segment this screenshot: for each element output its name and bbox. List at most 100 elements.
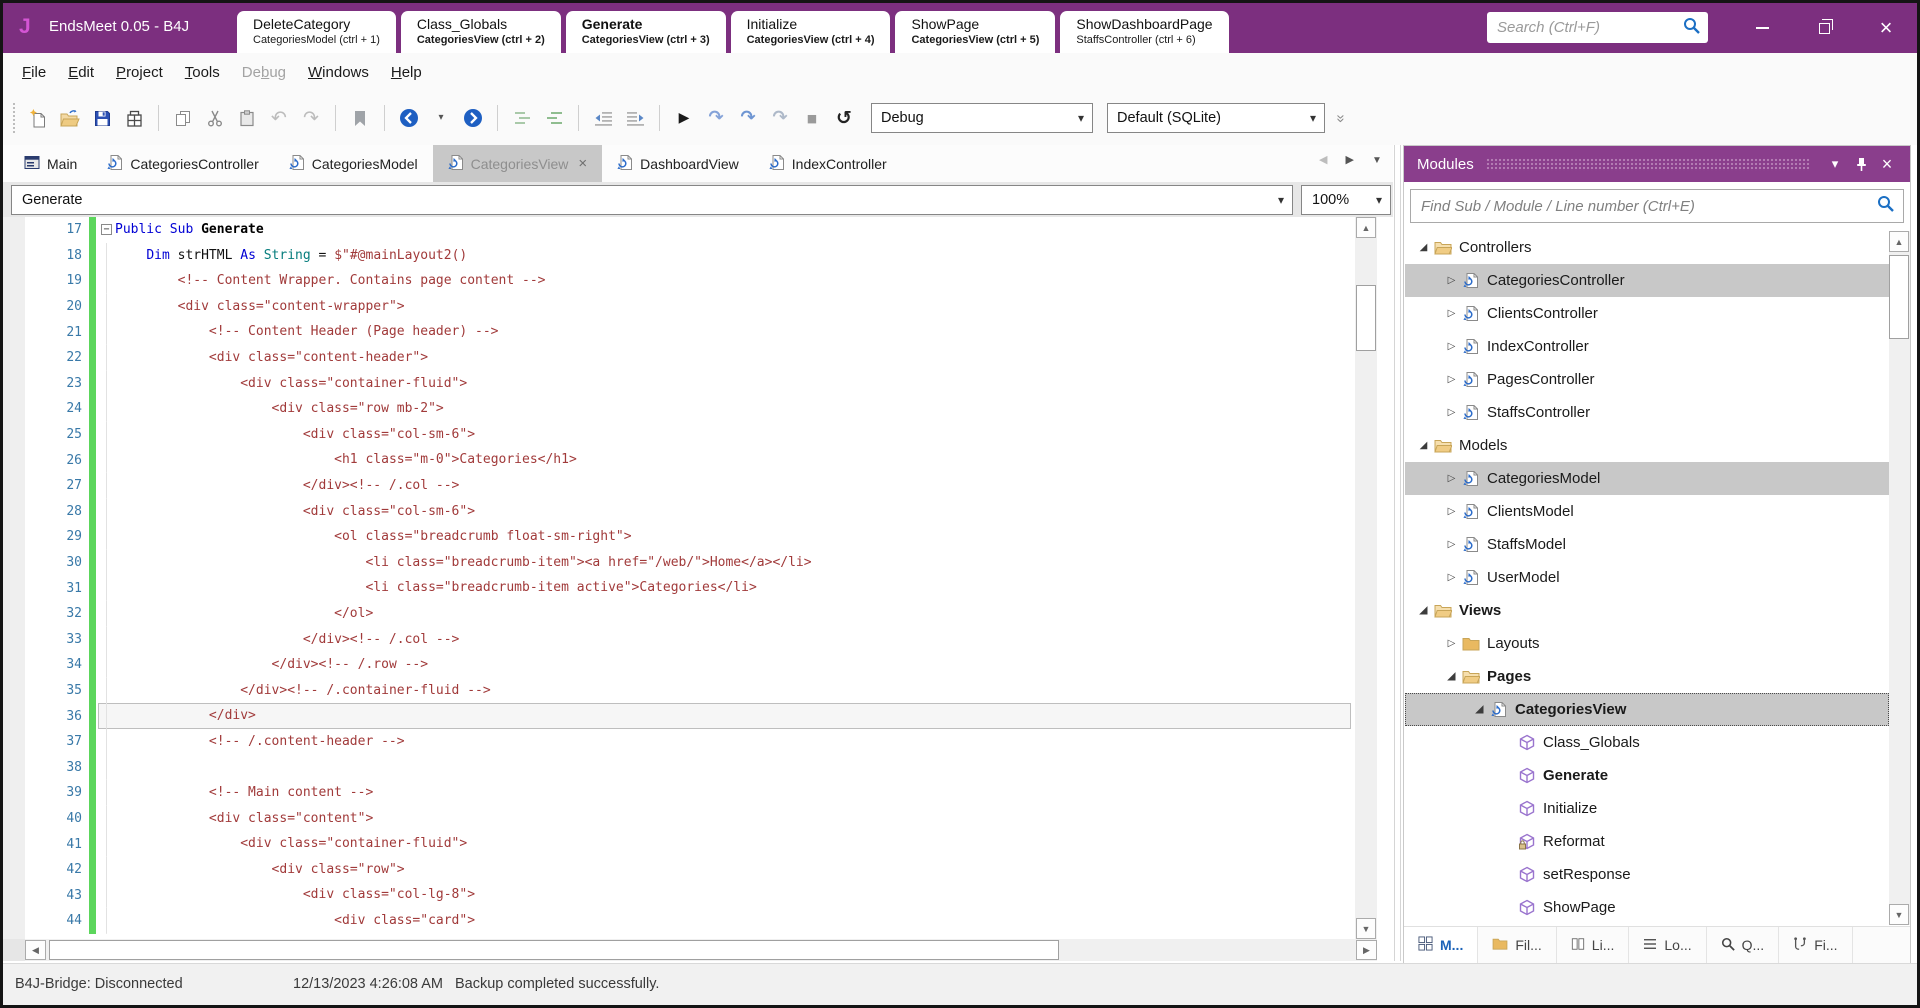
document-tab[interactable]: CategoriesController (92, 145, 273, 182)
code-line[interactable]: 25 <div class="col-sm-6"> (25, 422, 1351, 448)
fold-margin[interactable] (98, 678, 115, 704)
code-text[interactable]: </div><!-- /.container-fluid --> (115, 678, 1351, 704)
menu-item[interactable]: Tools (174, 64, 231, 81)
fold-margin[interactable] (98, 268, 115, 294)
outdent-icon[interactable] (592, 107, 614, 129)
code-text[interactable]: </ol> (115, 601, 1351, 627)
fold-margin[interactable] (98, 524, 115, 550)
code-text[interactable]: <div class="card"> (115, 908, 1351, 934)
scroll-down-icon[interactable] (1889, 904, 1909, 925)
expander-icon[interactable]: ▷ (1443, 275, 1460, 286)
tree-item[interactable]: Class_Globals (1405, 726, 1889, 759)
code-line[interactable]: 22 <div class="content-header"> (25, 345, 1351, 371)
tree-item[interactable]: ▷ StaffsController (1405, 396, 1889, 429)
toolbar-button[interactable] (659, 105, 660, 131)
code-line[interactable]: 17 Public Sub Generate (25, 217, 1351, 243)
tab-list-dropdown-icon[interactable] (1372, 154, 1382, 166)
fold-margin[interactable] (98, 729, 115, 755)
bookmark-tab[interactable]: Class_Globals CategoriesView (ctrl + 2) (401, 11, 561, 53)
code-text[interactable]: <div class="content-header"> (115, 345, 1351, 371)
horizontal-scroll-thumb[interactable] (49, 940, 1059, 960)
vertical-scroll-thumb[interactable] (1356, 285, 1376, 351)
code-text[interactable]: <ol class="breadcrumb float-sm-right"> (115, 524, 1351, 550)
tree-item[interactable]: ▷ CategoriesController (1405, 264, 1889, 297)
menu-item[interactable]: Help (380, 64, 433, 81)
step-into-icon[interactable]: ↷ (737, 107, 759, 129)
editor-zoom-select[interactable]: 100% (1301, 185, 1391, 215)
tree-item[interactable]: ▷ ClientsModel (1405, 495, 1889, 528)
expander-icon[interactable]: ◢ (1415, 605, 1432, 616)
tree-item[interactable]: ▷ UserModel (1405, 561, 1889, 594)
fold-margin[interactable] (98, 447, 115, 473)
tool-window-tab[interactable]: Q... (1707, 927, 1780, 963)
toolbar-button[interactable] (158, 105, 159, 131)
code-text[interactable]: <!-- /.content-header --> (115, 729, 1351, 755)
scroll-up-icon[interactable] (1356, 217, 1376, 238)
code-line[interactable]: 23 <div class="container-fluid"> (25, 371, 1351, 397)
document-tab[interactable]: DashboardView (602, 145, 754, 182)
fold-margin[interactable] (98, 703, 115, 729)
toolbar-button[interactable] (335, 105, 336, 131)
expander-icon[interactable]: ▷ (1443, 506, 1460, 517)
tree-item[interactable]: ◢ Controllers (1405, 231, 1889, 264)
menu-item[interactable]: Windows (297, 64, 380, 81)
expander-icon[interactable]: ▷ (1443, 539, 1460, 550)
code-line[interactable]: 21 <!-- Content Header (Page header) --> (25, 319, 1351, 345)
code-text[interactable]: <div class="content-wrapper"> (115, 294, 1351, 320)
code-line[interactable]: 30 <li class="breadcrumb-item"><a href="… (25, 550, 1351, 576)
fold-margin[interactable] (98, 550, 115, 576)
code-text[interactable]: </div><!-- /.row --> (115, 652, 1351, 678)
navigate-back-icon[interactable] (398, 107, 420, 129)
code-text[interactable]: <li class="breadcrumb-item"><a href="/we… (115, 550, 1351, 576)
code-line[interactable]: 27 </div><!-- /.col --> (25, 473, 1351, 499)
tree-item[interactable]: ShowPage (1405, 891, 1889, 924)
indent-icon[interactable] (624, 107, 646, 129)
tool-window-tab[interactable]: Fil... (1478, 927, 1556, 963)
step-out-icon[interactable]: ↷ (769, 107, 791, 129)
tool-window-tab[interactable]: M... (1404, 927, 1478, 963)
scroll-left-icon[interactable] (25, 940, 46, 960)
bookmark-tab[interactable]: Initialize CategoriesView (ctrl + 4) (731, 11, 891, 53)
expander-icon[interactable]: ▷ (1443, 308, 1460, 319)
fold-margin[interactable] (98, 780, 115, 806)
expander-icon[interactable]: ◢ (1415, 242, 1432, 253)
close-tab-icon[interactable] (578, 155, 587, 172)
toolbar-overflow-icon[interactable] (1333, 114, 1350, 122)
search-icon[interactable] (1683, 17, 1700, 39)
editor-vertical-scrollbar[interactable] (1355, 217, 1377, 939)
tree-item[interactable]: Generate (1405, 759, 1889, 792)
fold-margin[interactable] (98, 652, 115, 678)
code-text[interactable]: <li class="breadcrumb-item active">Categ… (115, 575, 1351, 601)
resume-icon[interactable]: ↷ (705, 107, 727, 129)
tool-window-tab[interactable]: Fi... (1779, 927, 1852, 963)
code-line[interactable]: 42 <div class="row"> (25, 857, 1351, 883)
expander-icon[interactable]: ◢ (1415, 440, 1432, 451)
fold-margin[interactable] (98, 882, 115, 908)
collapse-region-icon[interactable] (101, 224, 112, 235)
panel-close-icon[interactable] (1874, 151, 1900, 177)
code-text[interactable]: </div><!-- /.col --> (115, 473, 1351, 499)
menu-item[interactable]: Project (105, 64, 174, 81)
minimize-button[interactable] (1731, 3, 1793, 53)
code-line[interactable]: 39 <!-- Main content --> (25, 780, 1351, 806)
tree-item[interactable]: ▷ StaffsModel (1405, 528, 1889, 561)
fold-margin[interactable] (98, 396, 115, 422)
fold-margin[interactable] (98, 294, 115, 320)
fold-margin[interactable] (98, 908, 115, 934)
build-configuration-select[interactable]: Default (SQLite) (1107, 103, 1325, 133)
code-line[interactable]: 44 <div class="card"> (25, 908, 1351, 934)
tree-item[interactable]: setResponse (1405, 858, 1889, 891)
modules-panel-header[interactable]: Modules (1404, 146, 1910, 182)
code-line[interactable]: 28 <div class="col-sm-6"> (25, 499, 1351, 525)
tree-vertical-scrollbar[interactable] (1889, 231, 1910, 925)
vertical-scroll-thumb[interactable] (1889, 255, 1909, 339)
tool-window-tab[interactable]: Lo... (1629, 927, 1706, 963)
fold-margin[interactable] (98, 575, 115, 601)
fold-margin[interactable] (98, 831, 115, 857)
tree-item[interactable]: ▷ IndexController (1405, 330, 1889, 363)
editor-horizontal-scrollbar[interactable] (25, 939, 1377, 961)
menu-item[interactable]: File (11, 64, 57, 81)
bookmark-tab[interactable]: ShowPage CategoriesView (ctrl + 5) (895, 11, 1055, 53)
code-text[interactable]: <div class="col-sm-6"> (115, 422, 1351, 448)
undo-icon[interactable]: ↶ (268, 107, 290, 129)
